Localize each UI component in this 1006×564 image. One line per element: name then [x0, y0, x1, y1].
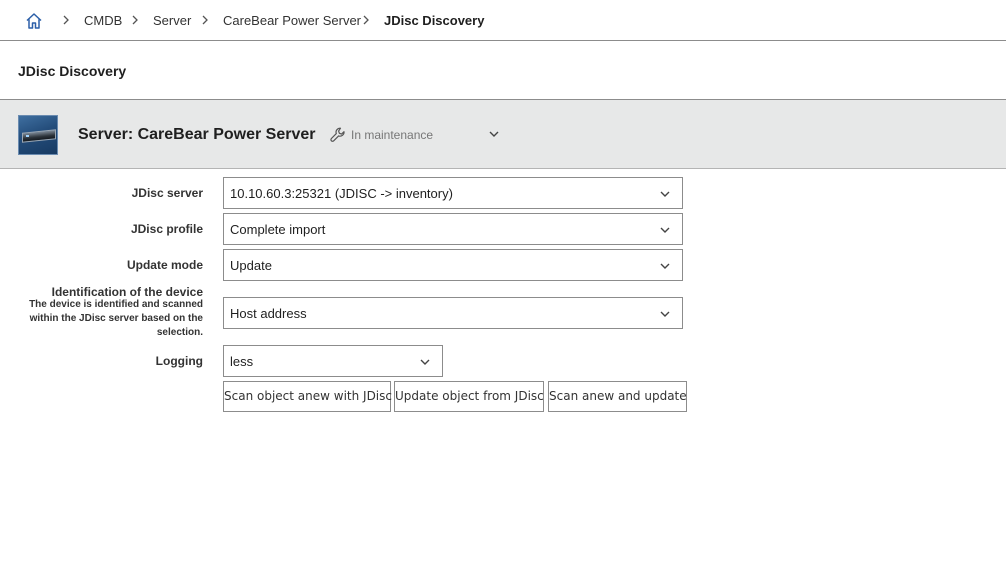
chevron-down-icon	[660, 311, 670, 317]
jdisc-server-value: 10.10.60.3:25321 (JDISC -> inventory)	[230, 186, 453, 201]
logging-label: Logging	[155, 354, 203, 368]
wrench-icon	[330, 127, 345, 142]
identification-description: The device is identified and scanned wit…	[24, 298, 203, 340]
logging-select[interactable]: less	[223, 345, 443, 377]
scan-and-update-button[interactable]: Scan anew and update	[548, 381, 687, 412]
object-title: Server: CareBear Power Server	[78, 126, 316, 143]
chevron-down-icon	[420, 359, 430, 365]
update-mode-value: Update	[230, 258, 272, 273]
jdisc-profile-label: JDisc profile	[130, 222, 203, 236]
identification-label: Identification of the device	[51, 285, 203, 299]
chevron-right-icon	[63, 15, 69, 25]
chevron-right-icon	[363, 15, 369, 25]
chevron-right-icon	[132, 15, 138, 25]
breadcrumb-current: JDisc Discovery	[384, 13, 485, 28]
page-title-bar: JDisc Discovery	[0, 41, 1006, 100]
object-header: Server: CareBear Power Server	[0, 100, 1006, 169]
jdisc-profile-value: Complete import	[230, 222, 326, 237]
update-mode-select[interactable]: Update	[223, 249, 683, 281]
server-icon	[18, 115, 58, 155]
breadcrumb-item-server[interactable]: Server	[153, 13, 191, 29]
logging-value: less	[230, 354, 254, 369]
jdisc-server-label: JDisc server	[131, 186, 203, 200]
breadcrumb: CMDB Server CareBear Power Server JDisc …	[0, 0, 1006, 41]
update-mode-label: Update mode	[126, 258, 203, 272]
chevron-down-icon[interactable]	[488, 129, 500, 139]
identification-description-line: within the JDisc server based on the	[29, 313, 203, 324]
breadcrumb-item-cmdb[interactable]: CMDB	[84, 13, 122, 29]
update-object-button[interactable]: Update object from JDisc	[394, 381, 544, 412]
jdisc-server-select[interactable]: 10.10.60.3:25321 (JDISC -> inventory)	[223, 177, 683, 209]
chevron-right-icon	[202, 15, 208, 25]
page-title: JDisc Discovery	[18, 63, 127, 79]
jdisc-profile-select[interactable]: Complete import	[223, 213, 683, 245]
identification-value: Host address	[230, 306, 307, 321]
chevron-down-icon	[660, 227, 670, 233]
breadcrumb-item-object[interactable]: CareBear Power Server	[223, 13, 361, 29]
status-text: In maintenance	[351, 128, 434, 142]
identification-description-line: The device is identified and scanned	[29, 299, 203, 310]
chevron-down-icon	[660, 191, 670, 197]
home-icon[interactable]	[24, 11, 44, 31]
identification-select[interactable]: Host address	[223, 297, 683, 329]
chevron-down-icon	[660, 263, 670, 269]
scan-object-button[interactable]: Scan object anew with JDisc	[223, 381, 392, 412]
identification-description-line: selection.	[156, 327, 203, 338]
